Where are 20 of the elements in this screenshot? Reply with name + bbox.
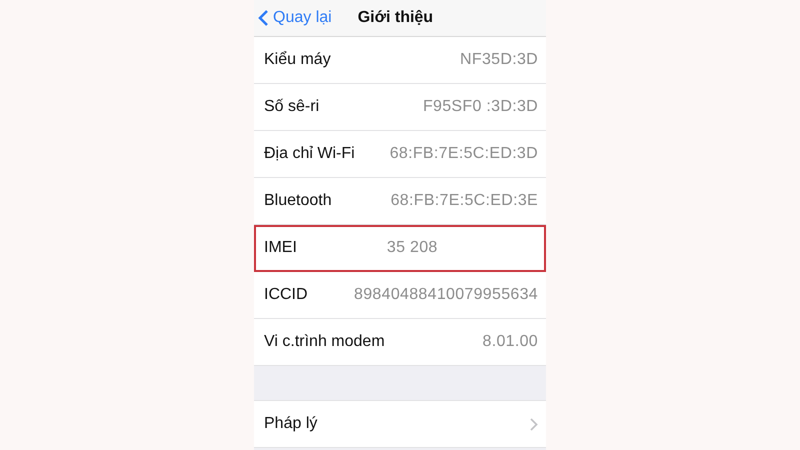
- row-label: ICCID: [264, 286, 308, 304]
- row-label: IMEI: [264, 239, 297, 257]
- row-label: Bluetooth: [264, 192, 332, 210]
- settings-row[interactable]: Pháp lý: [254, 401, 546, 448]
- row-value: NF35D:3D: [460, 51, 538, 69]
- row-label: Kiểu máy: [264, 51, 331, 69]
- row-label: Địa chỉ Wi-Fi: [264, 145, 355, 163]
- row-label: Pháp lý: [264, 415, 318, 433]
- screen-title: Giới thiệu: [358, 9, 434, 27]
- row-value: 35 208: [386, 239, 438, 257]
- chevron-left-icon: [258, 9, 269, 27]
- row-value: 68:FB:7E:5C:ED:3D: [390, 145, 538, 163]
- row-label: Vi c.trình modem: [264, 333, 385, 351]
- row-value: 89840488410079955634: [354, 286, 538, 304]
- row-value: 8.01.00: [482, 333, 538, 351]
- row-value: F95SF0 :3D:3D: [422, 98, 538, 116]
- chevron-right-icon: [530, 418, 538, 430]
- row-value: 68:FB:7E:5C:ED:3E: [390, 192, 538, 210]
- back-button[interactable]: Quay lại: [258, 9, 332, 27]
- row-label: Số sê-ri: [264, 98, 320, 116]
